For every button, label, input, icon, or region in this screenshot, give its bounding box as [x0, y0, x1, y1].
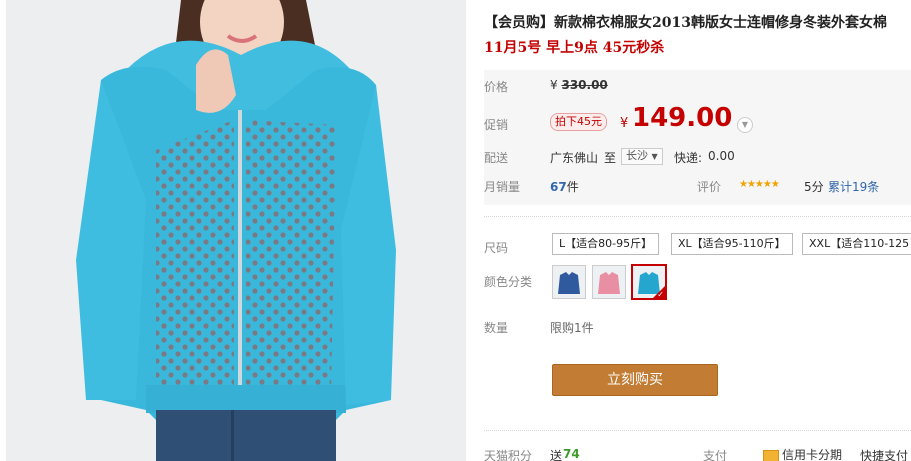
- color-label: 颜色分类: [484, 275, 533, 289]
- payment-label: 支付: [703, 449, 728, 461]
- jacket-thumb-navy: [553, 266, 585, 298]
- credit-card-icon: [763, 449, 779, 461]
- original-price: ¥ 330.00: [550, 78, 608, 92]
- size-label: 尺码: [484, 241, 509, 255]
- promo-headline: 11月5号 早上9点 45元秒杀: [484, 40, 665, 56]
- promo-tag-badge: 拍下45元: [550, 113, 607, 131]
- destination-value: 长沙: [626, 149, 648, 162]
- product-detail-panel: 【会员购】新款棉衣棉服女2013韩版女士连帽修身冬装外套女棉 11月5号 早上9…: [484, 0, 911, 461]
- caret-down-icon: ▼: [651, 152, 658, 161]
- color-swatch-sky-blue[interactable]: ✓: [631, 264, 667, 300]
- points-give: 送: [550, 449, 563, 461]
- destination-select[interactable]: 长沙 ▼: [621, 148, 663, 165]
- purchase-limit: 限购1件: [550, 321, 594, 335]
- quick-pay-option[interactable]: 快捷支付: [860, 447, 908, 461]
- installment-label: 信用卡分期: [782, 448, 843, 461]
- monthly-sales-label: 月销量: [484, 180, 521, 194]
- color-swatch-pink[interactable]: [592, 265, 626, 299]
- price-label: 价格: [484, 80, 509, 94]
- size-option-xl[interactable]: XL【适合95-110斤】: [671, 233, 793, 255]
- product-main-image[interactable]: [6, 0, 466, 461]
- promo-price: 149.00: [632, 103, 733, 133]
- currency-symbol: ¥: [550, 78, 558, 92]
- promotion-tag: 拍下45元: [550, 113, 607, 131]
- product-title: 【会员购】新款棉衣棉服女2013韩版女士连帽修身冬装外套女棉: [484, 15, 887, 31]
- bottom-divider: [484, 430, 911, 431]
- jacket-thumb-pink: [593, 266, 625, 298]
- color-swatch-navy[interactable]: [552, 265, 586, 299]
- buy-now-button[interactable]: 立刻购买: [552, 364, 718, 396]
- sales-unit: 件: [566, 180, 579, 194]
- rating-stars: ★★★★★: [739, 179, 780, 190]
- divider: [484, 216, 911, 217]
- total-reviews-link[interactable]: 累计19条: [828, 178, 879, 195]
- original-price-value: 330.00: [561, 78, 608, 92]
- monthly-sales: 67件: [550, 178, 579, 195]
- tmall-points-label: 天猫积分: [484, 449, 533, 461]
- rating-label: 评价: [697, 180, 722, 194]
- size-option-xxl[interactable]: XXL【适合110-125: [802, 233, 911, 255]
- installment-option[interactable]: 信用卡分期: [763, 446, 842, 461]
- product-photo: [6, 0, 466, 461]
- express-fee: 0.00: [708, 149, 735, 163]
- sales-count: 67: [550, 180, 567, 194]
- promo-expand[interactable]: ▼: [737, 116, 753, 133]
- shipping-origin: 广东佛山: [550, 151, 599, 165]
- promotion-label: 促销: [484, 118, 509, 132]
- points-value: 74: [563, 447, 580, 461]
- shipping-label: 配送: [484, 151, 509, 165]
- size-option-l[interactable]: L【适合80-95斤】: [552, 233, 660, 255]
- quantity-label: 数量: [484, 321, 509, 335]
- promo-currency: ¥: [620, 116, 629, 131]
- rating-score: 5分: [804, 180, 824, 194]
- shipping-to: 至: [604, 151, 617, 165]
- express-label: 快递:: [674, 151, 703, 165]
- check-icon: ✓: [657, 290, 664, 299]
- chevron-down-icon[interactable]: ▼: [737, 117, 753, 133]
